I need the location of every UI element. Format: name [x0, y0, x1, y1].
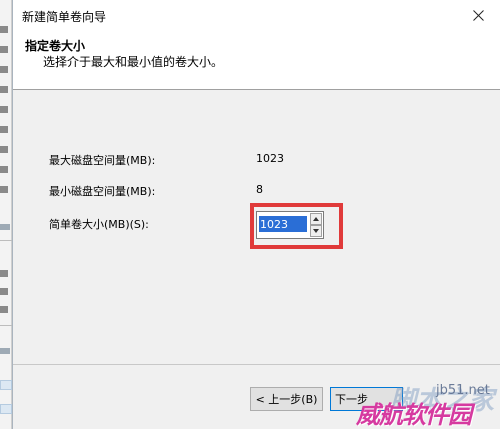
- new-simple-volume-wizard-dialog: 新建简单卷向导 指定卷大小 选择介于最大和最小值的卷大小。 最大磁盘空间量(MB…: [12, 0, 500, 429]
- volume-size-input[interactable]: [259, 216, 307, 232]
- back-button[interactable]: < 上一步(B): [250, 387, 323, 411]
- background-mark: [0, 126, 8, 133]
- volume-size-label: 简单卷大小(MB)(S):: [49, 218, 149, 231]
- page-title: 指定卷大小: [25, 39, 86, 53]
- background-divider: [0, 325, 12, 326]
- background-panel: [0, 380, 12, 390]
- background-mark: [0, 146, 8, 153]
- background-mark: [0, 270, 8, 277]
- title-bar[interactable]: 新建简单卷向导: [13, 0, 500, 30]
- background-mark: [0, 306, 8, 313]
- wizard-header: 指定卷大小 选择介于最大和最小值的卷大小。: [13, 30, 500, 90]
- background-mark: [0, 66, 8, 73]
- arrow-down-icon: [313, 229, 319, 233]
- background-mark: [0, 288, 8, 295]
- min-space-label: 最小磁盘空间量(MB):: [49, 185, 156, 198]
- background-mark: [0, 186, 8, 193]
- background-tile: [0, 224, 10, 230]
- close-icon: [472, 9, 484, 21]
- background-mark: [0, 26, 8, 33]
- screenshot-stage: 新建简单卷向导 指定卷大小 选择介于最大和最小值的卷大小。 最大磁盘空间量(MB…: [0, 0, 500, 429]
- close-button[interactable]: [455, 0, 500, 30]
- background-mark: [0, 166, 8, 173]
- spin-down-button[interactable]: [310, 225, 322, 237]
- watermark-text: 威航软件园: [356, 401, 472, 429]
- arrow-up-icon: [313, 217, 319, 221]
- background-window-edge: [0, 0, 12, 429]
- volume-size-stepper[interactable]: [256, 211, 324, 239]
- background-tile: [0, 348, 10, 354]
- footer-divider: [13, 364, 500, 365]
- window-title: 新建简单卷向导: [22, 10, 107, 24]
- max-space-label: 最大磁盘空间量(MB):: [49, 154, 156, 167]
- background-divider: [0, 240, 12, 241]
- page-subtitle: 选择介于最大和最小值的卷大小。: [43, 55, 224, 69]
- background-mark: [0, 86, 8, 93]
- background-mark: [0, 106, 8, 113]
- min-space-value: 8: [256, 183, 263, 196]
- max-space-value: 1023: [256, 152, 284, 165]
- background-panel: [0, 404, 12, 414]
- background-mark: [0, 46, 8, 53]
- spin-up-button[interactable]: [310, 213, 322, 225]
